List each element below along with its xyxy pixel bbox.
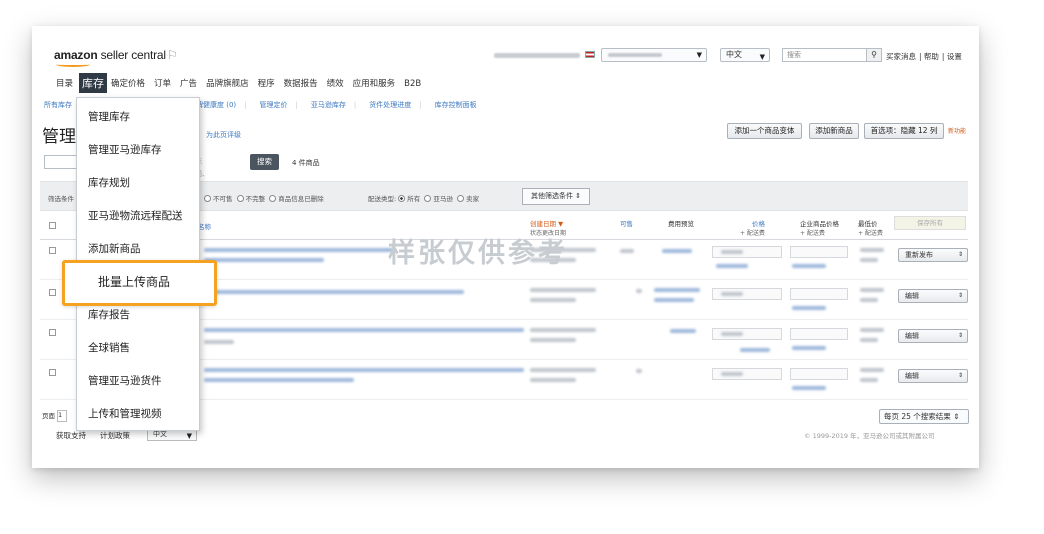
menu-item-inventory-planning[interactable]: 库存规划 <box>88 175 130 190</box>
menu-item-bulk-upload-highlighted[interactable]: 批量上传商品 <box>62 260 217 306</box>
add-product-button[interactable]: 添加新商品 <box>809 123 859 139</box>
menu-item-manage-fba-inventory[interactable]: 管理亚马逊库存 <box>88 142 162 157</box>
radio-fulfillment-amazon[interactable] <box>424 195 432 202</box>
menu-item-manage-inventory[interactable]: 管理库存 <box>88 109 130 124</box>
col-lowest-price: 最低价 + 配送费 <box>858 220 883 237</box>
preferences-button[interactable]: 首选项：隐藏 12 列 <box>864 123 944 139</box>
chevron-down-icon: ▼ <box>759 53 765 61</box>
subnav-inventory-dashboard[interactable]: 库存控制面板 <box>435 100 477 110</box>
radio-fulfillment-merchant[interactable] <box>457 195 465 202</box>
chevron-down-icon: ▼ <box>186 432 192 440</box>
subnav-fba-inventory[interactable]: 亚马逊库存 <box>311 100 346 110</box>
row-checkbox[interactable] <box>49 329 56 336</box>
row-action-select[interactable]: 编辑 ⇕ <box>898 289 968 303</box>
status-filter-options: 不可售 不完整 商品信息已删除 <box>204 193 324 203</box>
radio-unsellable[interactable] <box>204 195 211 202</box>
copyright: © 1999-2019 年，亚马逊公司或其附属公司 <box>804 432 935 440</box>
col-fee-preview: 费用预览 <box>668 220 694 228</box>
col-business-price: 企业商品价格 + 配送费 <box>800 220 839 237</box>
menu-item-add-product[interactable]: 添加新商品 <box>88 241 141 256</box>
us-flag-icon <box>585 51 595 58</box>
radio-fulfillment-all[interactable] <box>398 195 406 202</box>
bulk-upload-label: 批量上传商品 <box>98 275 171 289</box>
col-price[interactable]: 价格 + 配送费 <box>740 218 765 237</box>
nav-inventory[interactable]: 库存 <box>79 73 108 93</box>
save-all-button[interactable]: 保存所有 <box>894 216 966 230</box>
row-checkbox[interactable] <box>49 289 56 296</box>
menu-item-global-selling[interactable]: 全球销售 <box>88 340 130 355</box>
sample-watermark: 样张仅供参考 <box>388 238 568 269</box>
radio-incomplete[interactable] <box>236 195 244 202</box>
menu-item-manage-shipments[interactable]: 管理亚马逊货件 <box>88 373 162 388</box>
new-feature-link[interactable]: 新功能 <box>948 126 966 135</box>
nav-catalog[interactable]: 目录 <box>56 77 73 89</box>
amazon-seller-central-logo[interactable]: amazon seller central <box>54 48 166 67</box>
help-link[interactable]: 帮助 <box>924 52 939 61</box>
marketplace-select[interactable]: ▼ <box>601 48 707 62</box>
inventory-search-button[interactable]: 搜索 <box>250 154 279 170</box>
row-action-select[interactable]: 重新发布 ⇕ <box>898 248 968 262</box>
fulfillment-filter: 配送类型: 所有 亚马逊 卖家 <box>368 195 480 203</box>
more-filters-button[interactable]: 其他筛选条件 ⇕ <box>522 188 590 205</box>
global-search-input[interactable]: 搜索 <box>782 48 867 62</box>
support-link[interactable]: 获取支持 <box>56 430 86 441</box>
row-checkbox[interactable] <box>49 369 56 376</box>
row-action-select[interactable]: 编辑 ⇕ <box>898 369 968 383</box>
nav-pricing[interactable]: 确定价格 <box>111 77 145 89</box>
account-name-blurred <box>494 53 580 58</box>
col-available[interactable]: 可售 <box>620 218 633 228</box>
page-title: 管理 <box>42 127 76 147</box>
pagination: 页面 1 <box>42 410 67 422</box>
menu-item-fba-remote-fulfillment[interactable]: 亚马逊物流远程配送 <box>88 208 183 223</box>
program-policies-link[interactable]: 计划政策 <box>100 430 130 441</box>
buyer-messages-link[interactable]: 买家消息 <box>886 52 916 61</box>
main-nav: 目录 库存 确定价格 订单 广告 品牌旗舰店 程序 数据报告 绩效 应用和服务 B2B <box>56 72 430 93</box>
results-per-page-select[interactable]: 每页 25 个搜索结果 ⇕ <box>879 409 969 424</box>
nav-performance[interactable]: 绩效 <box>327 77 344 89</box>
language-select[interactable]: 中文 ▼ <box>720 48 770 62</box>
subnav-manage-pricing[interactable]: 管理定价 <box>260 100 288 110</box>
row-action-select[interactable]: 编辑 ⇕ <box>898 329 968 343</box>
result-count: 4 件商品 <box>292 159 320 167</box>
row-checkbox[interactable] <box>49 247 56 254</box>
header-links: 买家消息 | 帮助 | 设置 <box>886 52 962 61</box>
nav-advertising[interactable]: 广告 <box>180 77 197 89</box>
page-number-input[interactable]: 1 <box>57 410 67 422</box>
menu-item-upload-videos[interactable]: 上传和管理视频 <box>88 406 162 421</box>
nav-apps-services[interactable]: 应用和服务 <box>353 77 396 89</box>
nav-b2b[interactable]: B2B <box>404 79 421 89</box>
nav-programs[interactable]: 程序 <box>258 77 275 89</box>
menu-item-inventory-reports[interactable]: 库存报告 <box>88 307 130 322</box>
select-all-checkbox[interactable] <box>49 222 56 229</box>
rate-page-link[interactable]: 为此页评级 <box>206 130 241 140</box>
flag-icon[interactable]: ⚐ <box>167 48 178 62</box>
radio-deleted[interactable] <box>269 195 277 202</box>
nav-orders[interactable]: 订单 <box>154 77 171 89</box>
search-icon[interactable]: ⚲ <box>866 48 882 62</box>
settings-link[interactable]: 设置 <box>947 52 962 61</box>
chevron-down-icon: ▼ <box>696 51 702 59</box>
nav-stores[interactable]: 品牌旗舰店 <box>206 77 249 89</box>
filter-label: 筛选条件 <box>48 195 74 203</box>
subnav-shipment-progress[interactable]: 货件处理进度 <box>369 100 411 110</box>
subnav-all-inventory[interactable]: 所有库存 <box>44 100 72 110</box>
nav-reports[interactable]: 数据报告 <box>284 77 318 89</box>
add-variation-button[interactable]: 添加一个商品变体 <box>727 123 802 139</box>
